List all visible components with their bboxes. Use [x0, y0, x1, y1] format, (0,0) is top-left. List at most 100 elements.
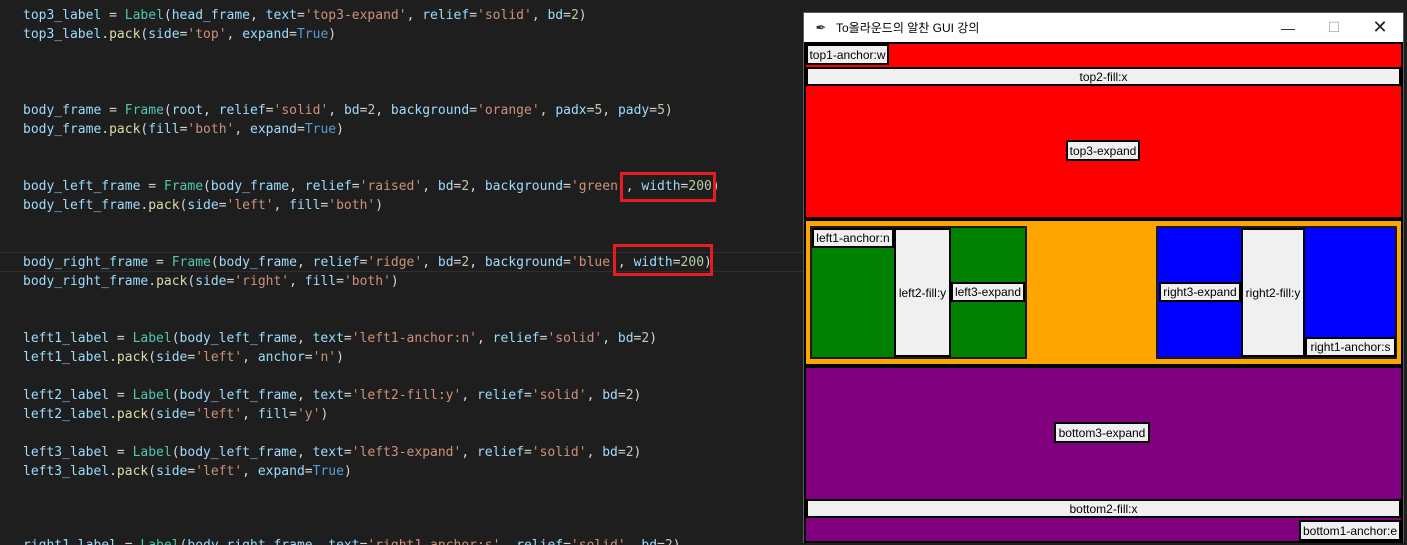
code-token: 2: [461, 179, 470, 194]
code-token: ,: [476, 331, 493, 346]
code-token: bd: [547, 8, 564, 23]
code-token: 'n': [312, 350, 337, 365]
code-line: body_right_frame = Frame(body_frame, rel…: [23, 253, 712, 272]
code-token: 'green': [570, 179, 626, 194]
code-token: ,: [422, 255, 438, 270]
code-token: side: [195, 274, 227, 289]
top1-label: top1-anchor:w: [806, 44, 889, 65]
code-token: ): [673, 538, 681, 545]
code-token: .: [148, 274, 157, 289]
minimize-icon[interactable]: —: [1265, 13, 1311, 42]
code-token: Label: [132, 445, 172, 460]
code-token: pady: [617, 103, 650, 118]
code-token: 'left3-expand': [351, 445, 462, 460]
code-token: anchor: [257, 350, 305, 365]
code-token: ): [390, 274, 399, 289]
code-token: =: [101, 103, 125, 118]
code-token: (: [163, 103, 172, 118]
code-token: ,: [586, 388, 603, 403]
code-token: =: [289, 27, 297, 42]
code-token: body_left_frame: [23, 179, 141, 194]
code-token: root: [171, 103, 204, 118]
code-token: bd: [602, 445, 618, 460]
code-token: relief: [422, 8, 470, 23]
code-token: 2: [625, 445, 634, 460]
code-token: 'solid': [547, 331, 603, 346]
code-token: Label: [132, 388, 172, 403]
close-icon[interactable]: ✕: [1357, 13, 1403, 42]
code-line: right1_label = Label(body_right_frame, t…: [23, 536, 681, 545]
code-token: bd: [641, 538, 657, 545]
code-token: 'both': [187, 122, 235, 137]
code-token: =: [563, 255, 571, 270]
code-line: body_right_frame.pack(side='right', fill…: [23, 272, 399, 291]
code-token: bd: [437, 179, 454, 194]
code-token: pack: [148, 198, 180, 213]
code-token: body_right_frame: [187, 538, 312, 545]
code-token: ,: [234, 122, 251, 137]
code-token: ): [343, 464, 352, 479]
code-token: relief: [492, 331, 540, 346]
code-token: body_frame: [210, 179, 290, 194]
code-token: left2_label: [23, 388, 110, 403]
code-line: left1_label = Label(body_left_frame, tex…: [23, 329, 657, 348]
code-token: ,: [273, 198, 290, 213]
code-token: 'right1-anchor:s': [367, 538, 500, 545]
top3-label: top3-expand: [1066, 140, 1140, 161]
left1-label: left1-anchor:n: [812, 228, 894, 248]
code-token: background: [390, 103, 470, 118]
code-token: =: [218, 198, 227, 213]
code-token: right1_label: [23, 538, 117, 545]
code-token: background: [484, 255, 564, 270]
code-token: pack: [156, 274, 188, 289]
code-token: =: [563, 538, 571, 545]
code-token: =: [336, 274, 344, 289]
maximize-icon[interactable]: ☐: [1311, 13, 1357, 42]
code-token: 'solid': [273, 103, 329, 118]
code-token: 'orange': [477, 103, 540, 118]
code-token: fill: [257, 407, 290, 422]
code-token: .: [101, 122, 110, 137]
code-token: relief: [516, 538, 563, 545]
code-token: ): [633, 388, 642, 403]
code-token: ,: [250, 8, 266, 23]
code-token: 'raised': [359, 179, 423, 194]
code-token: relief: [304, 179, 352, 194]
code-token: Frame: [163, 179, 204, 194]
code-token: ): [336, 122, 344, 137]
code-token: 'right': [234, 274, 290, 289]
code-token: ,: [242, 464, 258, 479]
highlight-box-left-width: [620, 172, 716, 202]
title-bar[interactable]: ✒ To올라운드의 알찬 GUI 강의 — ☐ ✕: [804, 13, 1403, 42]
code-line: top3_label.pack(side='top', expand=True): [23, 25, 336, 44]
code-token: text: [312, 445, 344, 460]
feather-icon: ✒: [815, 19, 827, 35]
code-token: (: [203, 179, 211, 194]
code-token: =: [523, 445, 532, 460]
code-token: (: [148, 350, 157, 365]
code-token: =: [469, 8, 478, 23]
code-token: padx: [555, 103, 587, 118]
code-token: body_left_frame: [179, 331, 297, 346]
code-token: (: [171, 445, 180, 460]
code-token: (: [210, 255, 219, 270]
code-token: ,: [500, 538, 516, 545]
code-token: =: [148, 255, 172, 270]
code-token: =: [563, 8, 571, 23]
code-token: bd: [617, 331, 634, 346]
code-editor[interactable]: top3_label = Label(head_frame, text='top…: [0, 0, 803, 545]
code-token: expand: [242, 27, 290, 42]
code-token: bd: [602, 388, 618, 403]
code-token: relief: [218, 103, 266, 118]
code-line: body_left_frame.pack(side='left', fill='…: [23, 196, 383, 215]
code-token: body_right_frame: [23, 255, 149, 270]
code-token: left2_label: [23, 407, 110, 422]
code-token: 'solid': [477, 8, 532, 23]
code-token: ,: [539, 103, 556, 118]
code-token: ): [328, 27, 337, 42]
code-line: left2_label.pack(side='left', fill='y'): [23, 405, 328, 424]
code-token: body_left_frame: [23, 198, 141, 213]
code-token: (: [171, 388, 180, 403]
code-token: True: [304, 122, 337, 137]
code-token: bd: [437, 255, 454, 270]
